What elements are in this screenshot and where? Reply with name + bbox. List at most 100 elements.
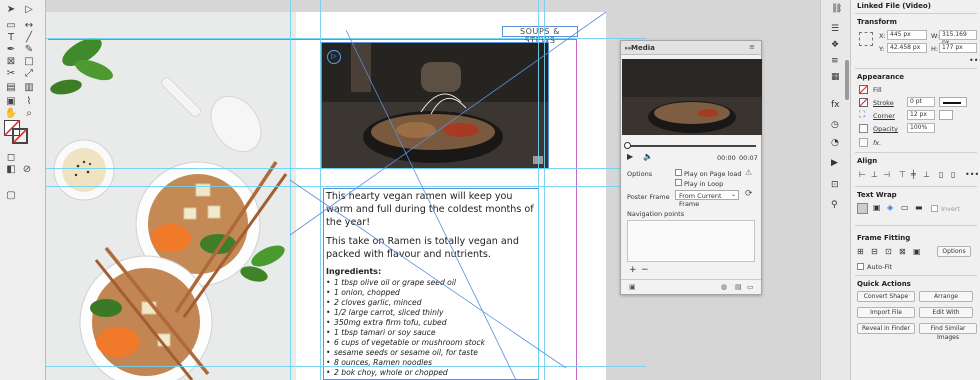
- fill-frame-proportionally-icon[interactable]: ⊞: [857, 247, 864, 256]
- fill-swatch-icon[interactable]: [859, 85, 868, 94]
- hyperlinks-panel-icon[interactable]: ⚲: [831, 200, 838, 210]
- media-panel: ▸▸ Media ≡ ▶ 🔈 00:00 00:07 Options Play …: [620, 40, 762, 295]
- open-folder-icon[interactable]: ▭: [747, 283, 754, 291]
- stroke-weight-field[interactable]: 0 pt: [907, 97, 935, 107]
- buttons-panel-icon[interactable]: ⊡: [831, 180, 839, 190]
- distribute-icon[interactable]: ▯: [939, 170, 943, 179]
- stroke-panel-icon[interactable]: ≡: [831, 56, 839, 66]
- fit-content-proportionally-icon[interactable]: ⊟: [871, 247, 878, 256]
- panel-menu-icon[interactable]: ≡: [749, 43, 755, 51]
- stroke-swatch[interactable]: [12, 128, 28, 144]
- align-right-icon[interactable]: ⊣: [883, 170, 890, 179]
- h-label: H:: [931, 45, 939, 53]
- selection-tool-icon[interactable]: ➤: [4, 2, 18, 16]
- align-middle-icon[interactable]: ╪: [911, 170, 916, 179]
- timing-panel-icon[interactable]: ◷: [831, 120, 839, 130]
- fill-label: Fill: [873, 86, 882, 94]
- properties-panel: Linked File (Video) Transform X: 445 px …: [850, 0, 980, 380]
- media-panel-icon[interactable]: ▶: [831, 158, 838, 168]
- play-on-load-checkbox[interactable]: [675, 169, 682, 176]
- links-panel-icon[interactable]: ⛓: [831, 4, 842, 14]
- wrap-object-shape-icon[interactable]: ◈: [887, 203, 893, 212]
- scrollbar-thumb[interactable]: [845, 60, 849, 100]
- linked-file-label: Linked File (Video): [857, 2, 931, 10]
- frame-fitting-title: Frame Fitting: [857, 234, 911, 242]
- direct-selection-tool-icon[interactable]: ▷: [22, 2, 36, 16]
- fx-label[interactable]: fx.: [873, 139, 881, 147]
- effects-icon: [859, 138, 868, 147]
- find-similar-images-button[interactable]: Find Similar Images: [919, 323, 977, 341]
- wrap-bounding-box-icon[interactable]: ▣: [873, 203, 881, 212]
- stroke-type-select[interactable]: [939, 97, 967, 107]
- y-label: Y:: [879, 45, 885, 53]
- reference-point-icon[interactable]: [859, 32, 873, 46]
- media-file-icon[interactable]: ▣: [629, 283, 636, 291]
- gradient-feather-tool-icon[interactable]: ▥: [22, 80, 36, 94]
- auto-fit-label: Auto-Fit: [867, 263, 893, 271]
- fit-frame-to-content-icon[interactable]: ⊡: [885, 247, 892, 256]
- pages-panel-icon[interactable]: ☰: [831, 24, 839, 34]
- corner-shape-select[interactable]: [939, 110, 953, 120]
- layers-panel-icon[interactable]: ❖: [831, 40, 839, 50]
- refresh-icon[interactable]: ⟳: [745, 189, 753, 199]
- import-file-button[interactable]: Import File: [857, 307, 915, 318]
- more-options-icon[interactable]: •••: [965, 170, 979, 179]
- x-field[interactable]: 445 px: [887, 30, 927, 40]
- arrange-button[interactable]: Arrange: [919, 291, 973, 302]
- stroke-label[interactable]: Stroke: [873, 99, 894, 107]
- free-transform-tool-icon[interactable]: ⤢: [22, 66, 36, 80]
- play-in-loop-checkbox[interactable]: [675, 179, 682, 186]
- options-label: Options: [627, 170, 653, 178]
- gradient-tool-icon[interactable]: ▤: [4, 80, 18, 94]
- apply-none-icon[interactable]: ⊘: [20, 162, 34, 176]
- fit-content-to-frame-icon[interactable]: ⊠: [899, 247, 906, 256]
- opacity-field[interactable]: 100%: [907, 123, 935, 133]
- corner-radius-field[interactable]: 12 px: [907, 110, 935, 120]
- corner-label[interactable]: Corner: [873, 112, 895, 120]
- opacity-label[interactable]: Opacity: [873, 125, 898, 133]
- align-bottom-icon[interactable]: ⊥: [923, 170, 930, 179]
- navigation-points-list[interactable]: [627, 220, 755, 262]
- more-options-icon[interactable]: •••: [969, 56, 980, 65]
- edit-with-button[interactable]: Edit With: [919, 307, 973, 318]
- center-content-icon[interactable]: ▣: [913, 247, 921, 256]
- play-button-icon[interactable]: ▶: [627, 152, 633, 161]
- media-panel-title[interactable]: Media: [631, 44, 655, 52]
- effects-panel-icon[interactable]: fx: [831, 100, 840, 110]
- no-wrap-button[interactable]: [857, 203, 868, 214]
- convert-shape-button[interactable]: Convert Shape: [857, 291, 915, 302]
- jump-object-icon[interactable]: ▭: [901, 203, 909, 212]
- poster-frame-select[interactable]: From Current Frame ⌄: [675, 190, 739, 208]
- media-scrubber-handle[interactable]: [624, 142, 631, 149]
- corner-icon[interactable]: ⛶: [859, 111, 868, 120]
- w-field[interactable]: 315.169 px: [939, 30, 977, 46]
- reveal-in-finder-button[interactable]: Reveal in Finder: [857, 323, 915, 334]
- h-field[interactable]: 177 px: [939, 43, 977, 53]
- poster-frame-label: Poster Frame: [627, 193, 670, 201]
- align-center-icon[interactable]: ⊥: [871, 170, 878, 179]
- add-navigation-point-button[interactable]: +: [629, 265, 637, 275]
- media-scrubber-track[interactable]: [626, 145, 756, 147]
- volume-icon[interactable]: 🔈: [643, 152, 653, 161]
- globe-icon[interactable]: ◍: [721, 283, 727, 291]
- align-left-icon[interactable]: ⊢: [859, 170, 866, 179]
- distribute-icon[interactable]: ▯: [951, 170, 955, 179]
- default-colors-icon[interactable]: ◧: [4, 162, 18, 176]
- invert-checkbox[interactable]: [931, 205, 938, 212]
- auto-fit-checkbox[interactable]: [857, 263, 864, 270]
- y-field[interactable]: 42.458 px: [887, 43, 927, 53]
- zoom-tool-icon[interactable]: ⌕: [22, 106, 36, 120]
- align-top-icon[interactable]: ⊤: [899, 170, 906, 179]
- scissors-tool-icon[interactable]: ✂: [4, 66, 18, 80]
- jump-next-column-icon[interactable]: ▬: [915, 203, 923, 212]
- pdf-icon[interactable]: ▤: [735, 283, 742, 291]
- chevron-down-icon: ⌄: [730, 191, 736, 198]
- hand-tool-icon[interactable]: ✋: [4, 106, 18, 120]
- remove-navigation-point-button[interactable]: −: [641, 265, 649, 275]
- frame-fitting-options-button[interactable]: Options: [937, 246, 971, 257]
- swatches-panel-icon[interactable]: ▦: [831, 72, 840, 82]
- poster-frame-value: From Current Frame: [679, 192, 722, 208]
- screen-mode-icon[interactable]: ▢: [4, 188, 18, 202]
- stroke-swatch-icon[interactable]: [859, 98, 868, 107]
- animation-panel-icon[interactable]: ◔: [831, 138, 839, 148]
